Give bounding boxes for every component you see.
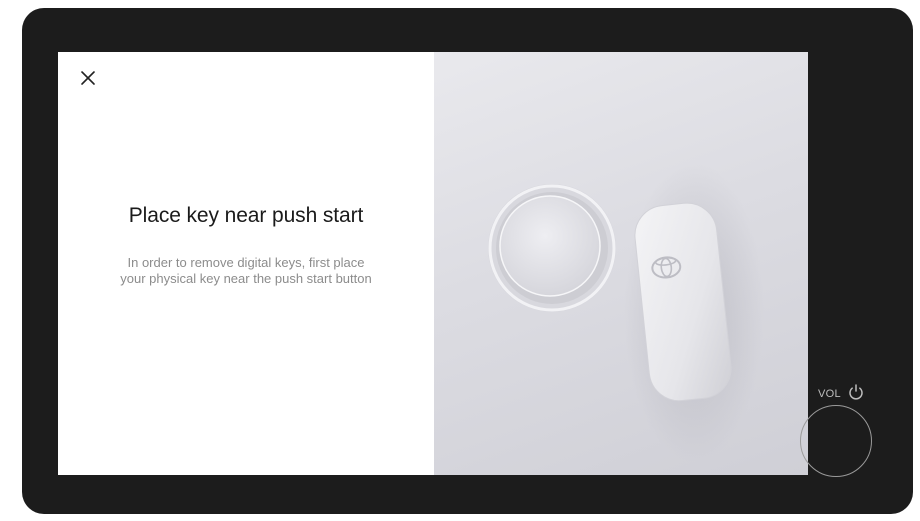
dialog-message: In order to remove digital keys, first p… [120, 255, 372, 286]
vol-label: VOL [818, 388, 841, 400]
close-button[interactable] [76, 66, 100, 90]
power-icon [849, 384, 863, 400]
head-unit-bezel: Place key near push start In order to re… [22, 8, 913, 514]
dialog-title: Place key near push start [128, 204, 364, 227]
touchscreen: Place key near push start In order to re… [58, 52, 808, 475]
push-start-button [488, 184, 616, 312]
close-icon [81, 71, 95, 85]
key-illustration [488, 162, 764, 462]
illustration-panel [434, 52, 808, 475]
instruction-panel: Place key near push start In order to re… [58, 52, 434, 475]
volume-knob[interactable] [800, 405, 872, 477]
